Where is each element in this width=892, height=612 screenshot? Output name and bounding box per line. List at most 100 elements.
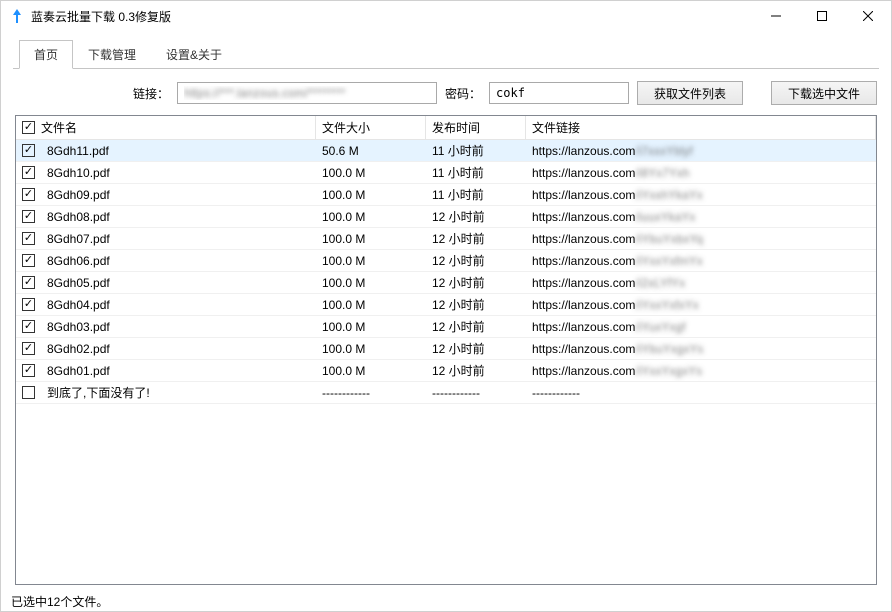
window-controls [753, 1, 891, 31]
tab-download-manager[interactable]: 下载管理 [73, 40, 151, 69]
file-name: 8Gdh03.pdf [47, 320, 110, 334]
download-selected-button[interactable]: 下载选中文件 [771, 81, 877, 105]
cell-time: 11 小时前 [426, 184, 526, 205]
cell-time: 12 小时前 [426, 338, 526, 359]
column-header-url[interactable]: 文件链接 [526, 116, 876, 140]
row-checkbox[interactable] [22, 364, 35, 377]
row-checkbox[interactable] [22, 342, 35, 355]
file-name: 8Gdh11.pdf [47, 144, 109, 158]
toolbar: 链接： 密码： 获取文件列表 下载选中文件 [15, 81, 877, 105]
file-table: 文件名 文件大小 发布时间 文件链接 8Gdh11.pdf50.6 M11 小时… [15, 115, 877, 585]
select-all-checkbox[interactable] [22, 121, 35, 134]
cell-time: ------------ [426, 382, 526, 403]
row-checkbox[interactable] [22, 144, 35, 157]
tab-home[interactable]: 首页 [19, 40, 73, 69]
cell-size: 100.0 M [316, 184, 426, 205]
tab-settings-about[interactable]: 设置&关于 [151, 40, 237, 69]
table-row[interactable]: 8Gdh03.pdf100.0 M12 小时前https://lanzous.c… [16, 316, 876, 338]
file-name: 8Gdh09.pdf [47, 188, 110, 202]
cell-url: ------------ [526, 382, 876, 403]
table-row[interactable]: 8Gdh11.pdf50.6 M11 小时前https://lanzous.co… [16, 140, 876, 162]
cell-url: https://lanzous.com/iYxxYxfmYx [526, 250, 876, 271]
minimize-button[interactable] [753, 1, 799, 31]
file-name: 8Gdh06.pdf [47, 254, 110, 268]
tab-label: 下载管理 [88, 48, 136, 62]
table-body[interactable]: 8Gdh11.pdf50.6 M11 小时前https://lanzous.co… [16, 140, 876, 584]
url-tail: /i7xxxYblyf [635, 144, 692, 158]
close-button[interactable] [845, 1, 891, 31]
url-base: https://lanzous.com [532, 364, 635, 378]
cell-size: ------------ [316, 382, 426, 403]
tab-label: 设置&关于 [166, 48, 222, 62]
url-tail: /i8Yx7Yxh [635, 166, 689, 180]
column-label: 文件链接 [532, 119, 580, 136]
row-checkbox[interactable] [22, 210, 35, 223]
table-row[interactable]: 到底了,下面没有了!------------------------------… [16, 382, 876, 404]
column-header-name[interactable]: 文件名 [16, 116, 316, 140]
column-header-size[interactable]: 文件大小 [316, 116, 426, 140]
url-base: ------------ [532, 386, 580, 400]
table-row[interactable]: 8Gdh08.pdf100.0 M12 小时前https://lanzous.c… [16, 206, 876, 228]
cell-size: 100.0 M [316, 294, 426, 315]
table-row[interactable]: 8Gdh09.pdf 100.0 M11 小时前 https://lanzous.c… [16, 184, 876, 206]
row-checkbox[interactable] [22, 254, 35, 267]
row-checkbox[interactable] [22, 232, 35, 245]
cell-name: 8Gdh10.pdf [16, 162, 316, 183]
column-label: 发布时间 [432, 119, 480, 136]
url-base: https://lanzous.com [532, 188, 635, 202]
table-row[interactable]: 8Gdh04.pdf100.0 M12 小时前https://lanzous.c… [16, 294, 876, 316]
url-tail: /i2xLYfYx [635, 276, 685, 290]
app-icon [9, 8, 25, 24]
statusbar: 已选中12个文件。 [1, 591, 891, 611]
file-name: 8Gdh08.pdf [47, 210, 110, 224]
cell-url: https://lanzous.com/iYbuYxgxYs [526, 338, 876, 359]
url-tail: /iYbuYxbxYq [635, 232, 703, 246]
row-checkbox[interactable] [22, 276, 35, 289]
cell-url: https://lanzous.com/i7xxxYblyf [526, 140, 876, 161]
row-checkbox[interactable] [22, 298, 35, 311]
maximize-button[interactable] [799, 1, 845, 31]
cell-url: https://lanzous.com/iYxxYxgxYs [526, 360, 876, 381]
url-base: https://lanzous.com [532, 210, 635, 224]
file-name: 8Gdh10.pdf [47, 166, 110, 180]
url-tail: /iYxxYxgxYs [635, 364, 702, 378]
table-row[interactable]: 8Gdh10.pdf100.0 M11 小时前https://lanzous.c… [16, 162, 876, 184]
table-row[interactable]: 8Gdh07.pdf100.0 M12 小时前https://lanzous.c… [16, 228, 876, 250]
row-checkbox[interactable] [22, 386, 35, 399]
row-checkbox[interactable] [22, 320, 35, 333]
link-label: 链接： [133, 85, 169, 102]
password-input[interactable] [489, 82, 629, 104]
table-row[interactable]: 8Gdh01.pdf100.0 M12 小时前https://lanzous.c… [16, 360, 876, 382]
cell-name: 8Gdh04.pdf [16, 294, 316, 315]
cell-size: 100.0 M [316, 228, 426, 249]
row-checkbox[interactable] [22, 166, 35, 179]
url-base: https://lanzous.com [532, 166, 635, 180]
cell-time: 12 小时前 [426, 294, 526, 315]
table-row[interactable]: 8Gdh02.pdf100.0 M12 小时前https://lanzous.c… [16, 338, 876, 360]
cell-url: https://lanzous.com/i2xLYfYx [526, 272, 876, 293]
link-input[interactable] [177, 82, 437, 104]
cell-time: 11 小时前 [426, 140, 526, 161]
url-tail: /iYxxYxfxYx [635, 298, 698, 312]
titlebar: 蓝奏云批量下载 0.3修复版 [1, 1, 891, 31]
cell-name: 8Gdh03.pdf [16, 316, 316, 337]
status-text: 已选中12个文件。 [11, 595, 108, 609]
column-header-time[interactable]: 发布时间 [426, 116, 526, 140]
cell-url: https://lanzous.com/i8Yx7Yxh [526, 162, 876, 183]
cell-name: 8Gdh11.pdf [16, 140, 316, 161]
table-row[interactable]: 8Gdh06.pdf100.0 M12 小时前https://lanzous.c… [16, 250, 876, 272]
table-header: 文件名 文件大小 发布时间 文件链接 [16, 116, 876, 140]
row-checkbox[interactable] [22, 188, 35, 201]
file-name: 8Gdh02.pdf [47, 342, 110, 356]
fetch-list-button[interactable]: 获取文件列表 [637, 81, 743, 105]
cell-size: 100.0 M [316, 316, 426, 337]
cell-time: 12 小时前 [426, 272, 526, 293]
window-title: 蓝奏云批量下载 0.3修复版 [31, 8, 753, 25]
cell-name: 8Gdh09.pdf [16, 184, 316, 205]
url-base: https://lanzous.com [532, 342, 635, 356]
cell-time: 12 小时前 [426, 360, 526, 381]
cell-time: 12 小时前 [426, 206, 526, 227]
password-label: 密码： [445, 85, 481, 102]
table-row[interactable]: 8Gdh05.pdf100.0 M12 小时前https://lanzous.c… [16, 272, 876, 294]
cell-time: 12 小时前 [426, 228, 526, 249]
